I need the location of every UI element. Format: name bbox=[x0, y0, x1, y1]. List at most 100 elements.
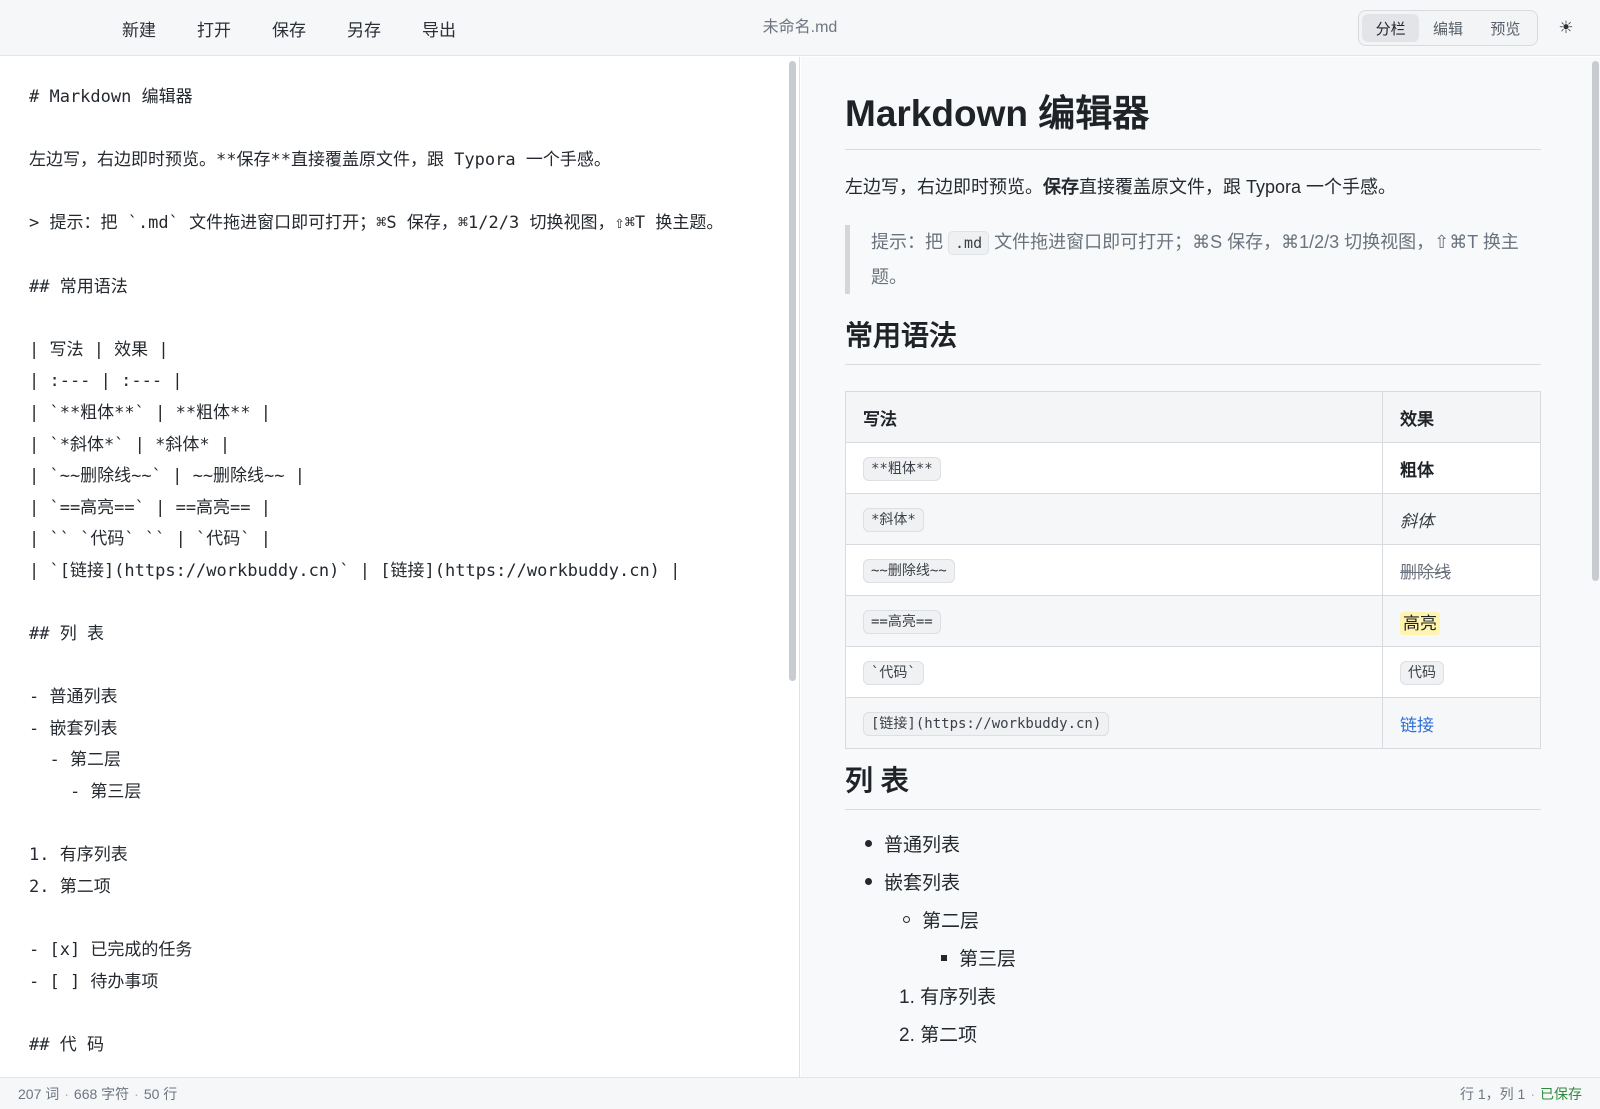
cursor-position: 行 1，列 1 bbox=[1459, 1086, 1526, 1102]
preview-heading-list: 列 表 bbox=[845, 763, 1541, 810]
editor-line[interactable]: 左边写，右边即时预览。**保存**直接覆盖原文件，跟 Typora 一个手感。 bbox=[29, 145, 744, 177]
editor-line[interactable]: ## 代 码 bbox=[29, 1030, 744, 1062]
editor-line[interactable] bbox=[29, 651, 744, 683]
preview-intro-paragraph: 左边写，右边即时预览。保存直接覆盖原文件，跟 Typora 一个手感。 bbox=[845, 173, 1541, 201]
table-header-syntax: 写法 bbox=[845, 391, 1383, 443]
editor-scrollbar[interactable] bbox=[789, 61, 796, 681]
effect-code: 代码 bbox=[1400, 661, 1444, 685]
syntax-code: [链接](https://workbuddy.cn) bbox=[863, 712, 1110, 736]
editor-line[interactable]: - 嵌套列表 bbox=[29, 714, 744, 746]
theme-toggle-sun-icon[interactable]: ☀ bbox=[1552, 14, 1580, 42]
ordered-list-item: 1. 有序列表 bbox=[899, 987, 997, 1008]
syntax-code: ~~删除线~~ bbox=[863, 559, 955, 583]
table-row: ~~删除线~~ 删除线 bbox=[845, 544, 1541, 596]
line-count: 50 行 bbox=[143, 1086, 178, 1102]
editor-line[interactable]: # Markdown 编辑器 bbox=[29, 82, 744, 114]
editor-line[interactable]: | `[链接](https://workbuddy.cn)` | [链接](ht… bbox=[29, 556, 744, 588]
editor-line[interactable] bbox=[29, 998, 744, 1030]
table-cell-syntax: **粗体** bbox=[845, 442, 1383, 494]
preview-blockquote: 提示：把 .md 文件拖进窗口即可打开；⌘S 保存，⌘1/2/3 切换视图，⇧⌘… bbox=[845, 225, 1541, 294]
preview-heading-syntax: 常用语法 bbox=[845, 318, 1541, 365]
table-cell-effect: 粗体 bbox=[1382, 442, 1541, 494]
syntax-code: *斜体* bbox=[863, 508, 924, 532]
editor-line[interactable]: | `==高亮==` | ==高亮== | bbox=[29, 493, 744, 525]
editor-line[interactable]: - [x] 已完成的任务 bbox=[29, 935, 744, 967]
save-status: 已保存 bbox=[1540, 1086, 1582, 1102]
quote-text-before: 提示：把 bbox=[871, 232, 943, 252]
intro-text-before: 左边写，右边即时预览。 bbox=[845, 177, 1043, 197]
editor-line[interactable]: - 第二层 bbox=[29, 745, 744, 777]
editor-line[interactable]: > 提示：把 `.md` 文件拖进窗口即可打开；⌘S 保存，⌘1/2/3 切换视… bbox=[29, 208, 744, 240]
editor-line[interactable] bbox=[29, 240, 744, 272]
editor-line[interactable]: - 普通列表 bbox=[29, 682, 744, 714]
bullet-disc-icon bbox=[865, 840, 872, 848]
view-mode-switch: 分栏 编辑 预览 bbox=[1358, 10, 1538, 46]
new-button[interactable]: 新建 bbox=[108, 10, 170, 47]
ordered-list-item: 2. 第二项 bbox=[899, 1025, 978, 1046]
char-count: 668 字符 bbox=[73, 1086, 130, 1102]
quote-inline-code: .md bbox=[948, 231, 990, 255]
editor-line[interactable] bbox=[29, 177, 744, 209]
table-row: `代码` 代码 bbox=[845, 646, 1541, 698]
syntax-code: `代码` bbox=[863, 661, 924, 685]
view-edit-button[interactable]: 编辑 bbox=[1419, 14, 1476, 42]
list-item-level-3: 第三层 bbox=[941, 941, 1016, 979]
syntax-code: **粗体** bbox=[863, 457, 941, 481]
table-header-row: 写法 效果 bbox=[845, 391, 1541, 443]
table-cell-effect: 代码 bbox=[1382, 646, 1541, 698]
syntax-code: ==高亮== bbox=[863, 610, 941, 634]
editor-line[interactable]: - [ ] 待办事项 bbox=[29, 967, 744, 999]
status-bar: 207 词 · 668 字符 · 50 行 行 1，列 1 · 已保存 bbox=[0, 1077, 1600, 1109]
editor-line[interactable] bbox=[29, 903, 744, 935]
table-cell-effect: 链接 bbox=[1382, 697, 1541, 749]
editor-line[interactable] bbox=[29, 303, 744, 335]
table-cell-syntax: *斜体* bbox=[845, 493, 1383, 545]
table-cell-effect: 高亮 bbox=[1382, 595, 1541, 647]
view-split-button[interactable]: 分栏 bbox=[1362, 14, 1420, 42]
intro-text-after: 直接覆盖原文件，跟 Typora 一个手感。 bbox=[1079, 177, 1397, 197]
editor-line[interactable]: | `~~删除线~~` | ~~删除线~~ | bbox=[29, 461, 744, 493]
editor-line[interactable] bbox=[29, 114, 744, 146]
editor-line[interactable] bbox=[29, 809, 744, 841]
markdown-preview: Markdown 编辑器 左边写，右边即时预览。保存直接覆盖原文件，跟 Typo… bbox=[801, 57, 1600, 1077]
editor-line[interactable]: | :--- | :--- | bbox=[29, 366, 744, 398]
file-menu: 新建 打开 保存 另存 导出 bbox=[108, 0, 483, 56]
list-item: 嵌套列表 bbox=[865, 865, 960, 903]
editor-line[interactable]: | 写法 | 效果 | bbox=[29, 335, 744, 367]
editor-line[interactable]: | `*斜体*` | *斜体* | bbox=[29, 430, 744, 462]
editor-line[interactable]: | `**粗体**` | **粗体** | bbox=[29, 398, 744, 430]
editor-line[interactable]: 2. 第二项 bbox=[29, 872, 744, 904]
markdown-editor[interactable]: # Markdown 编辑器 左边写，右边即时预览。**保存**直接覆盖原文件，… bbox=[0, 57, 800, 1077]
view-preview-button[interactable]: 预览 bbox=[1477, 14, 1534, 42]
syntax-table: 写法 效果 **粗体** 粗体 *斜体* 斜体 ~~删除线~~ 删除线 ==高亮== 高亮 `代… bbox=[845, 391, 1541, 749]
intro-bold-text: 保存 bbox=[1043, 177, 1079, 197]
export-button[interactable]: 导出 bbox=[408, 10, 470, 47]
table-row: ==高亮== 高亮 bbox=[845, 595, 1541, 647]
document-stats: 207 词 · 668 字符 · 50 行 bbox=[18, 1086, 178, 1102]
effect-mark: 高亮 bbox=[1400, 611, 1440, 635]
table-cell-syntax: [链接](https://workbuddy.cn) bbox=[845, 697, 1383, 749]
effect-italic: 斜体 bbox=[1400, 511, 1434, 531]
ordered-number: 2. bbox=[899, 1025, 915, 1046]
table-cell-syntax: ~~删除线~~ bbox=[845, 544, 1383, 596]
ordered-number: 1. bbox=[899, 987, 915, 1008]
preview-scrollbar[interactable] bbox=[1592, 61, 1599, 581]
editor-line[interactable]: ## 常用语法 bbox=[29, 272, 744, 304]
editor-line[interactable]: 1. 有序列表 bbox=[29, 840, 744, 872]
bullet-circle-icon bbox=[903, 916, 910, 924]
table-cell-effect: 斜体 bbox=[1382, 493, 1541, 545]
effect-link[interactable]: 链接 bbox=[1400, 716, 1434, 735]
save-as-button[interactable]: 另存 bbox=[333, 10, 395, 47]
save-button[interactable]: 保存 bbox=[258, 10, 320, 47]
editor-line[interactable]: - 第三层 bbox=[29, 777, 744, 809]
bullet-square-icon bbox=[941, 954, 947, 961]
editor-line[interactable]: | `` `代码` `` | `代码` | bbox=[29, 524, 744, 556]
table-cell-effect: 删除线 bbox=[1382, 544, 1541, 596]
table-cell-syntax: `代码` bbox=[845, 646, 1383, 698]
top-toolbar: 新建 打开 保存 另存 导出 未命名.md 分栏 编辑 预览 ☀ bbox=[0, 0, 1600, 56]
table-cell-syntax: ==高亮== bbox=[845, 595, 1383, 647]
editor-line[interactable] bbox=[29, 588, 744, 620]
open-button[interactable]: 打开 bbox=[183, 10, 245, 47]
editor-text-area[interactable]: # Markdown 编辑器 左边写，右边即时预览。**保存**直接覆盖原文件，… bbox=[29, 82, 744, 1061]
editor-line[interactable]: ## 列 表 bbox=[29, 619, 744, 651]
